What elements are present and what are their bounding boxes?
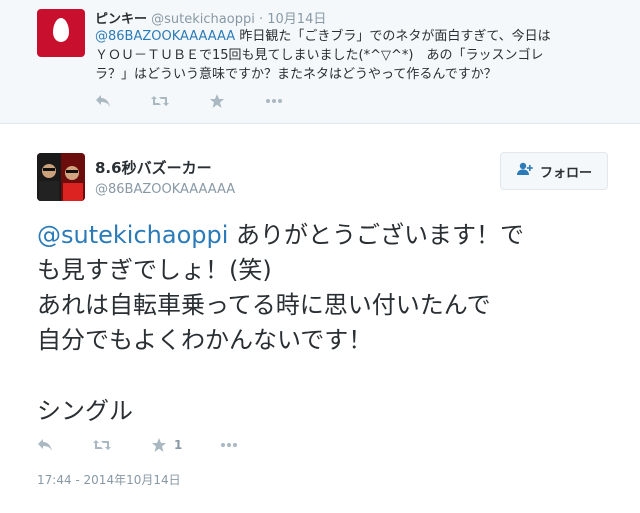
reply-avatar[interactable] — [37, 9, 85, 57]
main-author-name[interactable]: 8.6秒バズーカー — [95, 157, 212, 178]
reply-text-line-1: 昨日観た「ごきブラ」でのネタが面白すぎて、今日は — [235, 29, 551, 44]
reply-author-name[interactable]: ピンキー — [95, 12, 147, 27]
reply-mention-link[interactable]: @86BAZOOKAAAAAA — [95, 29, 235, 44]
main-avatar[interactable] — [37, 153, 85, 201]
reply-separator: · — [258, 12, 264, 27]
follow-button[interactable]: フォロー — [500, 152, 608, 190]
egg-icon — [53, 18, 69, 42]
more-icon[interactable] — [220, 436, 242, 454]
main-text-line-1: ありがとうございます！で — [228, 221, 525, 249]
reply-icon[interactable] — [37, 436, 59, 454]
main-text-line-5: シングル — [37, 397, 133, 425]
main-author-handle[interactable]: @86BAZOOKAAAAAA — [95, 182, 235, 197]
reply-author-handle[interactable]: @sutekichaoppi — [151, 12, 255, 27]
retweet-icon[interactable] — [92, 436, 114, 454]
retweet-icon[interactable] — [150, 92, 172, 110]
main-mention-link[interactable]: @sutekichaoppi — [37, 221, 228, 249]
main-text-line-4: 自分でもよくわかんないです！ — [37, 326, 373, 354]
follow-button-label: フォロー — [539, 165, 592, 181]
more-icon[interactable] — [265, 92, 287, 110]
reply-tweet: ピンキー @sutekichaoppi · 10月14日 @86BAZOOKAA… — [0, 0, 640, 124]
reply-text-line-3: ラ？」はどういう意味ですか？またネタはどうやって作るんですか？ — [95, 67, 497, 82]
reply-timestamp[interactable]: 10月14日 — [267, 12, 326, 27]
main-text-line-2: も見すぎでしょ！(笑) — [37, 256, 272, 284]
add-user-icon — [516, 162, 534, 180]
reply-icon[interactable] — [95, 92, 117, 110]
reply-header: ピンキー @sutekichaoppi · 10月14日 — [95, 8, 326, 27]
main-text-line-3: あれは自転車乗ってる時に思い付いたんで — [37, 291, 491, 319]
tweet-timestamp[interactable]: 17:44 - 2014年10月14日 — [37, 471, 181, 488]
favorite-icon[interactable] — [151, 436, 173, 454]
reply-text-line-2: ＹＯＵ－ＴＵＢＥで15回も見てしまいました(*^▽^*) あの「ラッスンゴレ — [95, 48, 544, 63]
favorite-count: 1 — [174, 438, 183, 452]
favorite-icon[interactable] — [209, 92, 231, 110]
main-tweet-text: @sutekichaoppi ありがとうございます！で も見すぎでしょ！(笑) … — [37, 218, 617, 429]
reply-text: @86BAZOOKAAAAAA 昨日観た「ごきブラ」でのネタが面白すぎて、今日は… — [95, 27, 620, 84]
